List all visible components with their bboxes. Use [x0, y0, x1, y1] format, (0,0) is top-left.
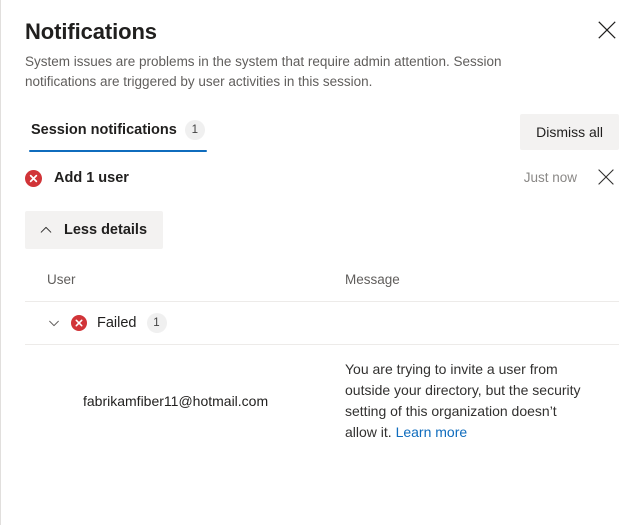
tab-label: Session notifications — [31, 120, 177, 140]
less-details-label: Less details — [64, 220, 147, 240]
chevron-up-icon — [39, 223, 53, 237]
dismiss-all-button[interactable]: Dismiss all — [520, 114, 619, 150]
notification-main: Add 1 user — [25, 168, 129, 188]
page-title: Notifications — [25, 18, 619, 46]
learn-more-link[interactable]: Learn more — [396, 424, 468, 440]
dismiss-notification-button[interactable] — [593, 165, 619, 191]
chevron-down-icon[interactable] — [47, 316, 61, 330]
close-icon — [598, 21, 616, 39]
cell-message: You are trying to invite a user from out… — [333, 359, 619, 443]
table-group-row-failed[interactable]: Failed 1 — [25, 302, 619, 344]
notification-item[interactable]: Add 1 user Just now — [25, 152, 619, 204]
notification-title: Add 1 user — [54, 168, 129, 188]
error-circle-icon — [71, 315, 87, 331]
table-header-row: User Message — [25, 271, 619, 301]
tab-count-badge: 1 — [185, 120, 205, 140]
tab-session-notifications[interactable]: Session notifications 1 — [25, 116, 211, 152]
group-count-badge: 1 — [147, 313, 167, 333]
group-status-label: Failed — [97, 313, 137, 333]
column-header-message: Message — [333, 271, 619, 289]
tab-list: Session notifications 1 — [25, 116, 211, 152]
less-details-button[interactable]: Less details — [25, 211, 163, 249]
close-icon — [598, 169, 614, 188]
error-circle-icon — [25, 170, 42, 187]
column-header-user: User — [25, 271, 333, 289]
notifications-panel: Notifications System issues are problems… — [0, 0, 643, 525]
cell-user: fabrikamfiber11@hotmail.com — [25, 391, 333, 411]
close-panel-button[interactable] — [591, 14, 623, 46]
panel-header: Notifications System issues are problems… — [1, 0, 643, 92]
details-toggle-container: Less details — [1, 204, 643, 249]
tab-active-underline — [29, 150, 207, 153]
panel-subtitle: System issues are problems in the system… — [25, 52, 535, 92]
notification-timestamp: Just now — [524, 168, 577, 188]
notification-meta: Just now — [524, 165, 619, 191]
table-row: fabrikamfiber11@hotmail.com You are tryi… — [25, 345, 619, 459]
details-table: User Message Failed 1 fabrikamfiber11@ho… — [25, 271, 619, 459]
tabs-row: Session notifications 1 Dismiss all — [1, 116, 643, 152]
